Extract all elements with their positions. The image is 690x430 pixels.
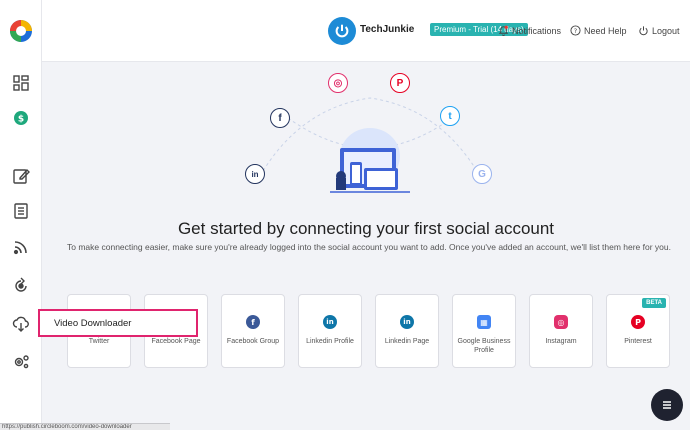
- menu-fab-button[interactable]: [651, 389, 683, 421]
- google-bubble-icon: G: [472, 164, 492, 184]
- logout-link[interactable]: Logout: [638, 25, 680, 36]
- linkedin-icon: in: [323, 315, 337, 329]
- instagram-icon: ◎: [554, 315, 568, 329]
- posts-icon[interactable]: [10, 200, 32, 222]
- rss-icon[interactable]: [10, 236, 32, 258]
- status-url: https://publish.circleboom.com/video-dow…: [0, 423, 170, 430]
- app-logo[interactable]: [8, 18, 34, 44]
- dashboard-icon[interactable]: [10, 72, 32, 94]
- connect-pinterest-card[interactable]: BETA P Pinterest: [606, 294, 670, 368]
- sidebar: $: [0, 0, 42, 430]
- card-label: Facebook Page: [151, 338, 201, 345]
- settings-icon[interactable]: [10, 350, 32, 372]
- compose-icon[interactable]: [10, 165, 32, 187]
- instagram-bubble-icon: ◎: [328, 73, 348, 93]
- card-label: Google Business Profile: [457, 338, 511, 354]
- card-label: Linkedin Page: [384, 338, 430, 345]
- svg-text:?: ?: [574, 27, 577, 35]
- need-help-label: Need Help: [584, 25, 627, 36]
- topbar: TechJunkie Premium - Trial (14 days) Not…: [42, 0, 690, 62]
- rotate-icon[interactable]: [10, 275, 32, 297]
- svg-text:$: $: [18, 115, 24, 125]
- pinterest-bubble-icon: P: [390, 73, 410, 93]
- connect-google-business-card[interactable]: ▦ Google Business Profile: [452, 294, 516, 368]
- connect-facebook-group-card[interactable]: f Facebook Group: [221, 294, 285, 368]
- power-icon: [639, 26, 648, 36]
- linkedin-icon: in: [400, 315, 414, 329]
- linkedin-bubble-icon: in: [245, 164, 265, 184]
- card-label: Pinterest: [624, 338, 652, 345]
- connect-illustration: ◎ P f t in G: [240, 68, 500, 208]
- billing-icon[interactable]: $: [10, 107, 32, 129]
- facebook-bubble-icon: f: [270, 108, 290, 128]
- connect-linkedin-page-card[interactable]: in Linkedin Page: [375, 294, 439, 368]
- connect-instagram-card[interactable]: ◎ Instagram: [529, 294, 593, 368]
- card-label: Facebook Group: [226, 338, 280, 345]
- beta-badge: BETA: [642, 298, 666, 308]
- notifications-label: Notifications: [512, 25, 562, 36]
- page-title: Get started by connecting your first soc…: [177, 219, 555, 238]
- card-label: Linkedin Profile: [306, 338, 354, 345]
- logout-label: Logout: [652, 25, 680, 36]
- facebook-icon: f: [246, 315, 260, 329]
- connect-linkedin-profile-card[interactable]: in Linkedin Profile: [298, 294, 362, 368]
- page-subtext: To make connecting easier, make sure you…: [67, 242, 671, 252]
- help-icon: ?: [570, 25, 581, 36]
- card-label: Twitter: [88, 338, 110, 345]
- video-downloader-icon[interactable]: [10, 313, 32, 335]
- menu-icon: [663, 401, 671, 409]
- card-label: Instagram: [545, 338, 577, 345]
- avatar[interactable]: [328, 17, 356, 45]
- video-downloader-tooltip: Video Downloader: [38, 309, 198, 337]
- need-help-link[interactable]: ? Need Help: [570, 25, 627, 36]
- notifications-link[interactable]: Notifications: [498, 25, 561, 36]
- bell-icon: [498, 25, 509, 36]
- twitter-bubble-icon: t: [440, 106, 460, 126]
- brand-name: TechJunkie: [360, 24, 415, 35]
- google-business-icon: ▦: [477, 315, 491, 329]
- pinterest-icon: P: [631, 315, 645, 329]
